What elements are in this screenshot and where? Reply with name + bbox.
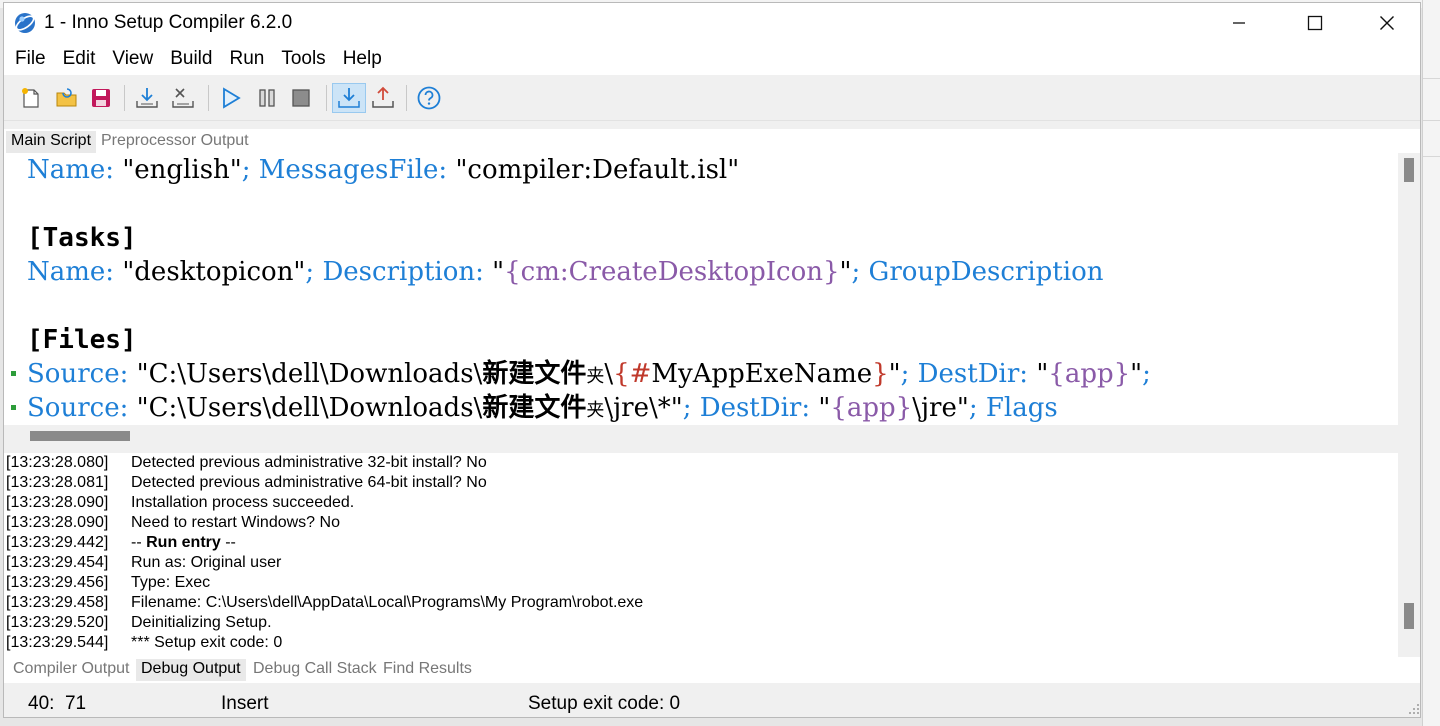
insert-mode: Insert	[221, 693, 269, 714]
target-setup-icon	[338, 88, 360, 108]
maximize-icon	[1307, 15, 1323, 31]
background-window-edge	[1422, 0, 1440, 726]
run-button[interactable]	[216, 83, 246, 113]
script-editor[interactable]: Name: "english"; MessagesFile: "compiler…	[4, 153, 1420, 447]
log-row: [13:23:29.456] Type: Exec	[6, 574, 211, 591]
stop-button[interactable]	[286, 83, 316, 113]
save-button[interactable]	[86, 83, 116, 113]
menu-build[interactable]: Build	[169, 48, 222, 70]
section-header-tasks: [Tasks]	[27, 223, 137, 253]
editor-gutter	[4, 153, 24, 425]
stop-compile-button[interactable]	[168, 83, 198, 113]
script-tabs: Main Script Preprocessor Output	[4, 129, 1420, 153]
compile-icon	[136, 88, 158, 108]
log-row: [13:23:28.090] Installation process succe…	[6, 494, 355, 511]
inno-setup-window: 1 - Inno Setup Compiler 6.2.0 File Edit …	[3, 2, 1421, 718]
close-icon	[1380, 16, 1394, 30]
code-line: Name: "desktopicon"; Description: "{cm:C…	[27, 257, 1104, 287]
menu-bar: File Edit View Build Run Tools Help	[4, 43, 1420, 75]
tab-find-results[interactable]: Find Results	[378, 659, 477, 681]
minimize-icon	[1233, 22, 1245, 24]
tab-debug-output[interactable]: Debug Output	[136, 659, 246, 681]
menu-edit[interactable]: Edit	[62, 48, 106, 70]
status-bar: 40: 71 Insert Setup exit code: 0	[4, 687, 1420, 717]
menu-run[interactable]: Run	[228, 48, 274, 70]
line-marker	[11, 405, 16, 410]
open-folder-icon	[56, 88, 77, 107]
window-title: 1 - Inno Setup Compiler 6.2.0	[44, 12, 293, 33]
log-row: [13:23:29.520] Deinitializing Setup.	[6, 614, 272, 631]
help-button[interactable]	[414, 83, 444, 113]
new-button[interactable]	[16, 83, 46, 113]
help-icon	[417, 86, 441, 110]
inno-setup-app-icon	[15, 13, 35, 33]
menu-tools[interactable]: Tools	[280, 48, 335, 70]
cursor-position: 40: 71	[28, 693, 87, 714]
log-row: [13:23:29.454] Run as: Original user	[6, 554, 282, 571]
compile-button[interactable]	[132, 83, 162, 113]
save-icon	[92, 89, 110, 107]
minimize-button[interactable]	[1204, 3, 1274, 43]
output-tabs: Compiler Output Debug Output Debug Call …	[4, 657, 1420, 683]
stop-icon	[292, 89, 310, 107]
stop-compile-icon	[172, 88, 194, 108]
code-line: Name: "english"; MessagesFile: "compiler…	[27, 155, 740, 185]
maximize-button[interactable]	[1280, 3, 1350, 43]
status-message: Setup exit code: 0	[528, 693, 681, 714]
target-setup-button[interactable]	[332, 83, 366, 113]
menu-file[interactable]: File	[14, 48, 56, 70]
log-row: [13:23:29.458] Filename: C:\Users\dell\Ap…	[6, 594, 644, 611]
close-button[interactable]	[1352, 3, 1420, 43]
tab-main-script[interactable]: Main Script	[6, 131, 97, 153]
log-vertical-scroll-thumb[interactable]	[1404, 603, 1414, 629]
code-line: Source: "C:\Users\dell\Downloads\新建文件夹\j…	[27, 393, 1058, 423]
target-uninstall-icon	[372, 86, 394, 108]
log-row: [13:23:28.081] Detected previous administ…	[6, 474, 487, 491]
log-row: [13:23:29.544] *** Setup exit code: 0	[6, 634, 283, 651]
toolbar	[4, 75, 1420, 121]
tab-compiler-output[interactable]: Compiler Output	[8, 659, 135, 681]
open-button[interactable]	[52, 83, 82, 113]
code-line: Source: "C:\Users\dell\Downloads\新建文件夹\{…	[27, 359, 1151, 389]
resize-grip-icon[interactable]	[1408, 703, 1420, 715]
title-bar: 1 - Inno Setup Compiler 6.2.0	[4, 3, 1420, 43]
debug-output-log[interactable]: [13:23:28.080] Detected previous administ…	[4, 453, 1398, 657]
editor-vertical-scroll-thumb[interactable]	[1404, 158, 1414, 182]
tab-debug-call-stack[interactable]: Debug Call Stack	[248, 659, 382, 681]
pause-icon	[259, 89, 275, 107]
line-marker	[11, 371, 16, 376]
new-file-icon	[22, 88, 39, 108]
menu-view[interactable]: View	[111, 48, 163, 70]
run-icon	[223, 87, 241, 109]
editor-text-area[interactable]: Name: "english"; MessagesFile: "compiler…	[24, 153, 1398, 425]
pause-button[interactable]	[252, 83, 282, 113]
section-header-files: [Files]	[27, 325, 137, 355]
editor-horizontal-scrollbar[interactable]	[24, 425, 1398, 447]
tab-preprocessor-output[interactable]: Preprocessor Output	[96, 131, 254, 153]
horizontal-scroll-thumb[interactable]	[30, 431, 130, 441]
target-uninstall-button[interactable]	[368, 83, 398, 113]
log-row: [13:23:29.442] -- Run entry --	[6, 534, 236, 551]
log-row: [13:23:28.080] Detected previous administ…	[6, 454, 487, 471]
log-row: [13:23:28.090] Need to restart Windows? N…	[6, 514, 340, 531]
menu-help[interactable]: Help	[342, 48, 392, 70]
